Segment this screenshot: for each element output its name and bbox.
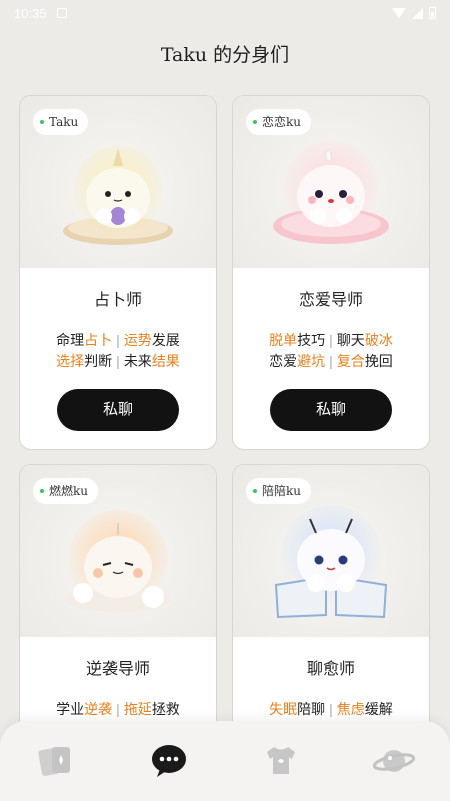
battery-icon xyxy=(429,7,436,19)
wifi-icon xyxy=(392,8,406,18)
specialty-keyword-highlight: 逆袭 xyxy=(84,701,113,717)
nav-tab-outfit[interactable] xyxy=(251,736,311,786)
specialty-keyword: 挽回 xyxy=(364,353,393,369)
specialty-keyword: 未来 xyxy=(123,353,152,369)
nav-tab-chat[interactable] xyxy=(139,736,199,786)
specialty-keyword: 学业 xyxy=(56,701,85,717)
avatar-specialties: 脱单技巧 | 聊天破冰 恋爱避坑 | 复合挽回 xyxy=(233,330,429,372)
separator: | xyxy=(116,332,120,348)
fortune-teller-creature xyxy=(63,146,173,245)
tshirt-icon xyxy=(267,747,296,774)
notification-icon xyxy=(56,8,67,18)
comeback-mentor-creature xyxy=(66,510,170,612)
tarot-cards-icon xyxy=(38,747,71,776)
separator: | xyxy=(116,701,120,717)
avatar-specialties: 命理占卜 | 运势发展 选择判断 | 未来结果 xyxy=(20,330,216,372)
specialty-keyword-highlight: 拖延 xyxy=(123,701,152,717)
avatar-card-fortune[interactable]: Taku 占卜师 命理占卜 | 运势发展 选择判断 | 未来结果 私聊 xyxy=(19,95,217,450)
healing-chat-creature xyxy=(274,505,388,619)
specialty-keyword: 技巧 xyxy=(297,332,326,348)
specialty-keyword-highlight: 脱单 xyxy=(269,332,298,348)
bottom-nav xyxy=(0,721,450,801)
separator: | xyxy=(329,332,333,348)
specialty-keyword-highlight: 运势 xyxy=(123,332,152,348)
specialty-keyword: 判断 xyxy=(84,353,113,369)
nav-tab-explore[interactable] xyxy=(364,736,424,786)
avatar-image: 恋恋ku xyxy=(233,96,429,268)
specialty-keyword-highlight: 占卜 xyxy=(84,332,113,348)
avatar-role: 聊愈师 xyxy=(306,659,355,678)
specialty-keyword: 聊天 xyxy=(336,332,365,348)
avatar-role: 占卜师 xyxy=(93,290,142,309)
specialty-line-2: 选择判断 | 未来结果 xyxy=(20,351,216,372)
specialty-keyword: 缓解 xyxy=(364,701,393,717)
specialty-line-1: 命理占卜 | 运势发展 xyxy=(20,330,216,351)
avatar-image: 陪陪ku xyxy=(233,465,429,637)
specialty-keyword-highlight: 破冰 xyxy=(364,332,393,348)
avatar-tag: Taku xyxy=(33,109,89,135)
avatar-image: 燃燃ku xyxy=(20,465,216,637)
avatar-tag: 恋恋ku xyxy=(246,109,312,135)
private-chat-button[interactable]: 私聊 xyxy=(270,389,392,431)
avatar-card-love[interactable]: 恋恋ku 恋爱导师 脱单技巧 | 聊天破冰 恋爱避坑 | 复合挽回 私聊 xyxy=(232,95,430,450)
avatar-image: Taku xyxy=(20,96,216,268)
page-title: Taku 的分身们 xyxy=(160,44,290,66)
specialty-line-1: 失眠陪聊 | 焦虑缓解 xyxy=(233,699,429,720)
separator: | xyxy=(116,353,120,369)
specialty-line-1: 脱单技巧 | 聊天破冰 xyxy=(233,330,429,351)
planet-icon xyxy=(372,750,415,772)
specialty-line-1: 学业逆袭 | 拖延拯救 xyxy=(20,699,216,720)
specialty-line-2: 恋爱避坑 | 复合挽回 xyxy=(233,351,429,372)
avatar-tag: 燃燃ku xyxy=(33,478,99,504)
specialty-keyword: 命理 xyxy=(56,332,85,348)
specialty-keyword-highlight: 复合 xyxy=(336,353,365,369)
signal-icon xyxy=(412,7,423,19)
status-bar: 10:35 xyxy=(0,0,450,26)
love-mentor-creature xyxy=(273,141,389,244)
private-chat-button[interactable]: 私聊 xyxy=(57,389,179,431)
specialty-keyword: 拯救 xyxy=(151,701,180,717)
chat-bubble-icon xyxy=(151,745,186,777)
avatar-role: 恋爱导师 xyxy=(298,290,363,309)
avatar-tag: 陪陪ku xyxy=(246,478,312,504)
separator: | xyxy=(329,353,333,369)
specialty-keyword-highlight: 失眠 xyxy=(269,701,298,717)
separator: | xyxy=(329,701,333,717)
specialty-keyword-highlight: 焦虑 xyxy=(336,701,365,717)
specialty-keyword: 恋爱 xyxy=(269,353,298,369)
specialty-keyword-highlight: 避坑 xyxy=(297,353,326,369)
status-time: 10:35 xyxy=(14,5,47,21)
specialty-keyword: 发展 xyxy=(151,332,180,348)
nav-tab-cards[interactable] xyxy=(26,736,86,786)
specialty-keyword-highlight: 选择 xyxy=(56,353,85,369)
avatar-role: 逆袭导师 xyxy=(85,659,150,678)
specialty-keyword: 陪聊 xyxy=(297,701,326,717)
specialty-keyword-highlight: 结果 xyxy=(151,353,180,369)
